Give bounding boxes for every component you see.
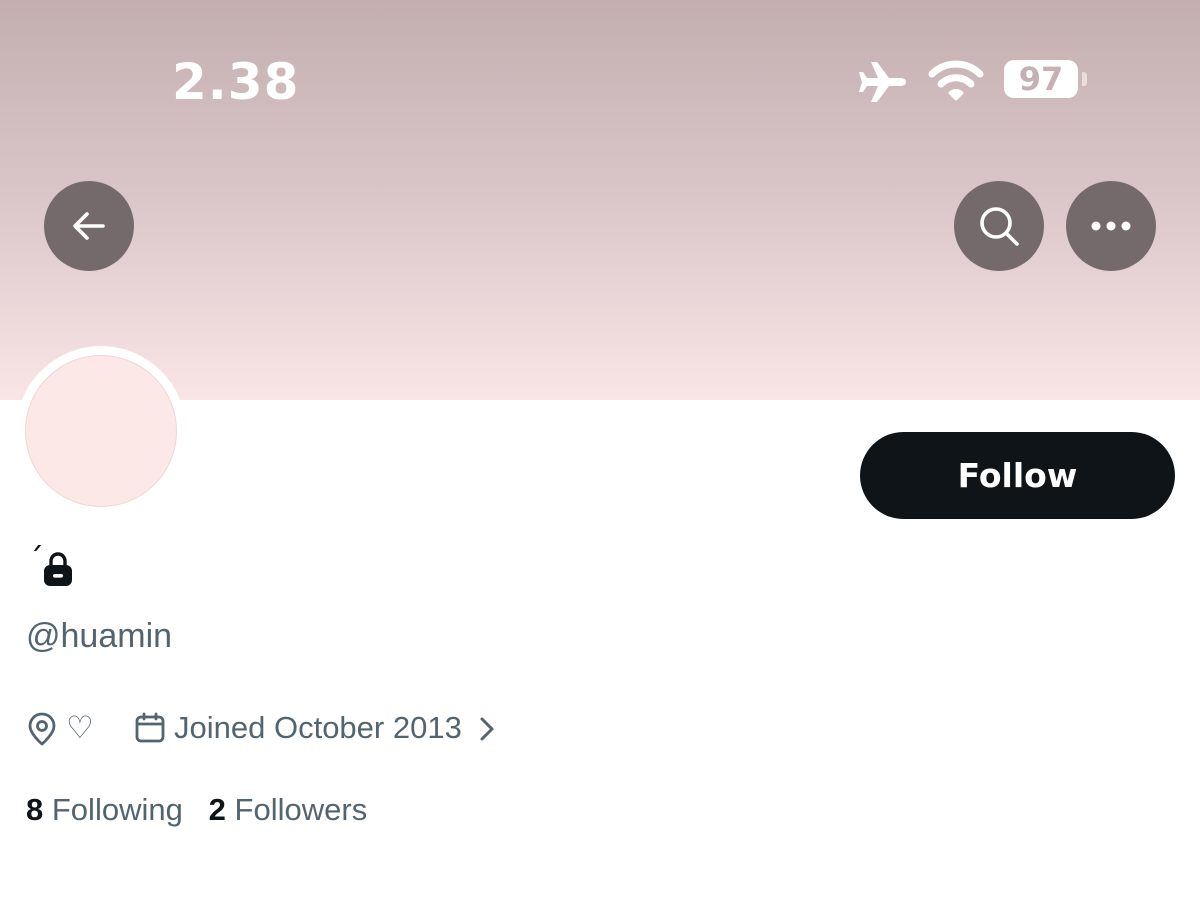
calendar-icon bbox=[135, 712, 165, 743]
following-link[interactable]: 8 Following bbox=[26, 792, 183, 827]
more-dots-icon bbox=[1091, 221, 1131, 231]
profile-handle: @huamin bbox=[26, 617, 173, 655]
wifi-icon bbox=[928, 60, 984, 101]
airplane-icon bbox=[859, 62, 906, 102]
followers-count: 2 bbox=[208, 792, 226, 827]
search-icon bbox=[980, 207, 1019, 246]
battery-icon: 97 bbox=[1004, 60, 1078, 98]
followers-link[interactable]: 2 Followers bbox=[209, 792, 368, 827]
search-button[interactable] bbox=[954, 181, 1044, 271]
joined-date: Joined October 2013 bbox=[174, 710, 462, 745]
lock-icon bbox=[44, 552, 72, 586]
following-count: 8 bbox=[26, 792, 44, 827]
back-button[interactable] bbox=[44, 181, 134, 271]
follow-button[interactable]: Follow bbox=[860, 432, 1175, 519]
avatar[interactable] bbox=[25, 355, 177, 507]
arrow-left-icon bbox=[73, 212, 105, 240]
battery-level: 97 bbox=[1018, 60, 1064, 98]
profile-screen: 2.38 97 Follow ´ @huamin ♡ Joined Octobe… bbox=[0, 0, 1200, 909]
more-button[interactable] bbox=[1066, 181, 1156, 271]
status-time: 2.38 bbox=[172, 53, 300, 111]
profile-stats: 8 Following 2 Followers bbox=[26, 788, 367, 832]
location-pin-icon bbox=[28, 712, 56, 746]
profile-location: ♡ bbox=[66, 710, 94, 745]
battery-nub bbox=[1082, 72, 1087, 86]
followers-label: Followers bbox=[234, 792, 368, 827]
following-label: Following bbox=[51, 792, 183, 827]
chevron-right-icon[interactable] bbox=[478, 716, 496, 742]
